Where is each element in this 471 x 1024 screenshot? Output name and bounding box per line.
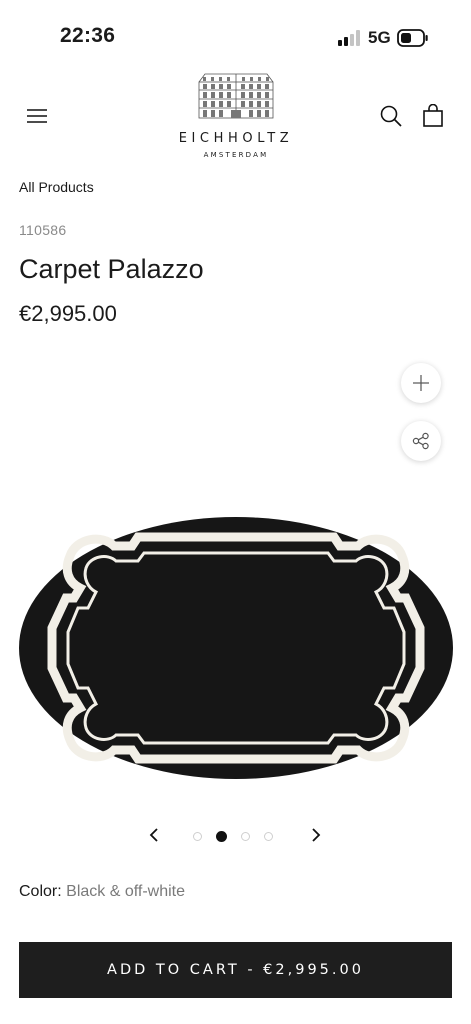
search-button[interactable] bbox=[373, 98, 409, 134]
share-icon bbox=[412, 432, 429, 450]
share-button[interactable] bbox=[401, 421, 441, 461]
brand-location: AMSTERDAM bbox=[203, 151, 269, 159]
menu-button[interactable] bbox=[19, 98, 55, 134]
color-option: Color: Black & off-white bbox=[19, 883, 185, 901]
network-type: 5G bbox=[368, 28, 391, 47]
signal-icon bbox=[338, 30, 360, 46]
building-logo-icon bbox=[198, 73, 274, 119]
product-sku: 110586 bbox=[19, 222, 67, 238]
product-price: €2,995.00 bbox=[19, 301, 117, 326]
status-time: 22:36 bbox=[60, 24, 116, 47]
shopping-bag-icon bbox=[423, 104, 443, 127]
add-to-cart-button[interactable]: ADD TO CART - €2,995.00 bbox=[19, 942, 452, 998]
previous-image-button[interactable] bbox=[141, 822, 167, 848]
zoom-button[interactable] bbox=[401, 363, 441, 403]
cart-button[interactable] bbox=[415, 98, 451, 134]
color-label: Color: bbox=[19, 883, 62, 900]
battery-icon bbox=[397, 29, 428, 47]
gallery-dot[interactable] bbox=[264, 832, 273, 841]
chevron-left-icon bbox=[149, 828, 158, 842]
brand-logo[interactable]: EICHHOLTZ AMSTERDAM bbox=[160, 72, 312, 159]
plus-icon bbox=[413, 375, 429, 391]
menu-icon bbox=[27, 109, 47, 123]
gallery-dot-active[interactable] bbox=[216, 831, 227, 842]
search-icon bbox=[380, 105, 402, 127]
gallery-dot[interactable] bbox=[241, 832, 250, 841]
product-title: Carpet Palazzo bbox=[19, 254, 204, 284]
breadcrumb-all-products[interactable]: All Products bbox=[19, 179, 94, 195]
chevron-right-icon bbox=[312, 828, 321, 842]
gallery-pagination bbox=[193, 831, 273, 842]
next-image-button[interactable] bbox=[303, 822, 329, 848]
brand-name: EICHHOLTZ bbox=[178, 131, 294, 146]
gallery-dot[interactable] bbox=[193, 832, 202, 841]
product-image[interactable] bbox=[18, 516, 454, 780]
color-value: Black & off-white bbox=[66, 883, 186, 900]
